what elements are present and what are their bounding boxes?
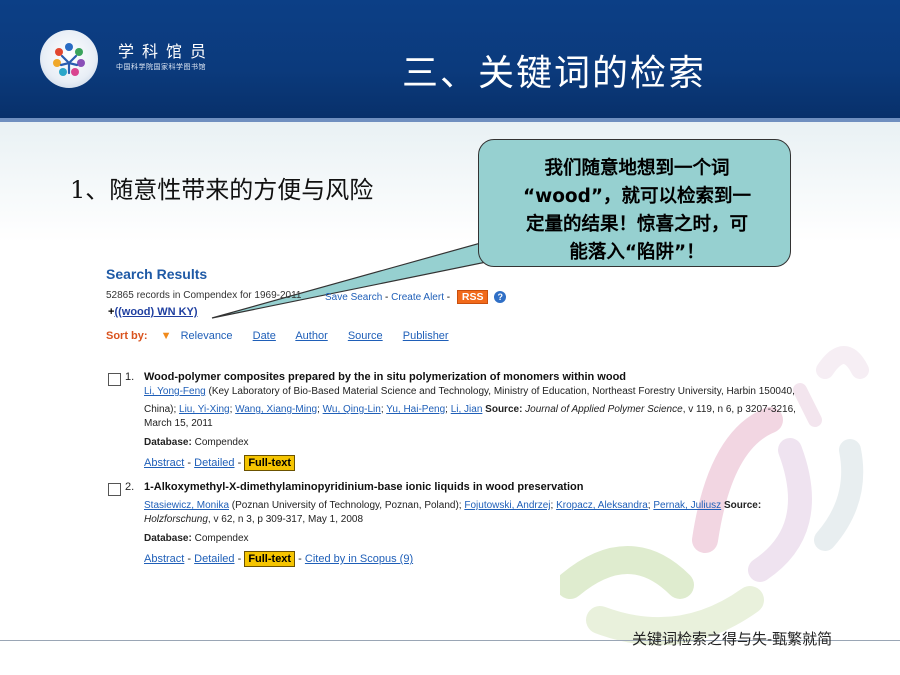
search-results-title: Search Results bbox=[106, 266, 208, 282]
record-source: Holzforschung, v 62, n 3, p 309-317, May… bbox=[144, 513, 363, 527]
author-affiliation: (Poznan University of Technology, Poznan… bbox=[229, 500, 465, 511]
abstract-link[interactable]: Abstract bbox=[144, 457, 184, 469]
source-label: Source: bbox=[485, 404, 523, 415]
callout-text: 我们随意地想到一个词 “wood”，就可以检索到一 定量的结果！惊喜之时，可 能… bbox=[492, 155, 782, 267]
query-link[interactable]: ((wood) WN KY) bbox=[114, 306, 197, 318]
database-value: Compendex bbox=[191, 533, 249, 544]
sort-author[interactable]: Author bbox=[295, 330, 327, 342]
cited-by-scopus-link[interactable]: Cited by in Scopus (9) bbox=[305, 553, 413, 565]
save-search-link[interactable]: Save Search bbox=[325, 292, 382, 303]
sort-date[interactable]: Date bbox=[253, 330, 276, 342]
author-link[interactable]: Li, Yong-Feng bbox=[144, 386, 206, 397]
record-number: 1. bbox=[125, 371, 135, 383]
source-details: , v 119, n 6, p 3207-3216, bbox=[682, 404, 796, 415]
author-link[interactable]: Wu, Qing-Lin bbox=[323, 404, 381, 415]
author-link[interactable]: Yu, Hai-Peng bbox=[386, 404, 445, 415]
search-actions: Save Search - Create Alert - RSS ? bbox=[325, 290, 507, 304]
callout-line: 定量的结果！惊喜之时，可 bbox=[525, 214, 748, 235]
database-value: Compendex bbox=[191, 437, 249, 448]
separator: - bbox=[298, 553, 302, 565]
separator: - bbox=[187, 457, 192, 469]
database-label: Database: bbox=[144, 533, 192, 544]
record-authors-cont: China); Liu, Yi-Xing; Wang, Xiang-Ming; … bbox=[144, 404, 796, 415]
fulltext-button[interactable]: Full-text bbox=[244, 551, 296, 567]
database-label: Database: bbox=[144, 437, 192, 448]
search-query: +((wood) WN KY) bbox=[108, 306, 198, 318]
sort-source[interactable]: Source bbox=[348, 330, 383, 342]
sort-label: Sort by: bbox=[106, 330, 148, 342]
author-link[interactable]: Li, Jian bbox=[451, 404, 483, 415]
author-link[interactable]: Fojutowski, Andrzej bbox=[464, 500, 550, 511]
callout-line: 我们随意地想到一个词 bbox=[544, 158, 730, 179]
record-date: March 15, 2011 bbox=[144, 418, 213, 429]
record-checkbox[interactable] bbox=[108, 483, 121, 496]
author-link[interactable]: Liu, Yi-Xing bbox=[179, 404, 230, 415]
sort-bar: Sort by: ▼ Relevance Date Author Source … bbox=[106, 330, 466, 342]
callout-line: 能落入“陷阱”！ bbox=[569, 242, 705, 263]
record-number: 2. bbox=[125, 481, 135, 493]
fulltext-button[interactable]: Full-text bbox=[244, 455, 296, 471]
record-authors: Stasiewicz, Monika (Poznan University of… bbox=[144, 500, 762, 511]
record-links: Abstract - Detailed - Full-text bbox=[144, 455, 296, 471]
footer-caption: 关键词检索之得与失-甄繁就简 bbox=[632, 630, 833, 648]
source-details: , v 62, n 3, p 309-317, May 1, 2008 bbox=[207, 514, 364, 525]
record-database: Database: Compendex bbox=[144, 532, 249, 546]
record-count: 52865 records in Compendex for 1969-2011 bbox=[106, 290, 302, 301]
separator: - bbox=[237, 553, 242, 565]
record-database: Database: Compendex bbox=[144, 436, 249, 450]
record-title: Wood-polymer composites prepared by the … bbox=[144, 371, 627, 383]
rss-button[interactable]: RSS bbox=[456, 290, 489, 304]
author-link[interactable]: Wang, Xiang-Ming bbox=[235, 404, 317, 415]
abstract-link[interactable]: Abstract bbox=[144, 553, 184, 565]
source-title: Holzforschung bbox=[144, 514, 208, 525]
source-title: Journal of Applied Polymer Science bbox=[522, 404, 683, 415]
source-label: Source: bbox=[723, 500, 762, 511]
author-affiliation-cont: China); bbox=[144, 404, 180, 415]
separator: - bbox=[446, 292, 451, 303]
author-link[interactable]: Pernak, Juliusz bbox=[653, 500, 721, 511]
author-link[interactable]: Kropacz, Aleksandra bbox=[556, 500, 648, 511]
create-alert-link[interactable]: Create Alert bbox=[391, 292, 444, 303]
record-checkbox[interactable] bbox=[108, 373, 121, 386]
sort-direction-icon[interactable]: ▼ bbox=[161, 330, 172, 342]
callout-line: “wood”，就可以检索到一 bbox=[522, 186, 752, 207]
record-links: Abstract - Detailed - Full-text - Cited … bbox=[144, 551, 413, 567]
detailed-link[interactable]: Detailed bbox=[194, 457, 234, 469]
separator: - bbox=[187, 553, 192, 565]
record-authors: Li, Yong-Feng (Key Laboratory of Bio-Bas… bbox=[144, 385, 795, 399]
sort-publisher[interactable]: Publisher bbox=[403, 330, 449, 342]
record-title: 1-Alkoxymethyl-X-dimethylaminopyridinium… bbox=[144, 481, 584, 493]
author-link[interactable]: Stasiewicz, Monika bbox=[144, 500, 229, 511]
separator: - bbox=[237, 457, 242, 469]
detailed-link[interactable]: Detailed bbox=[194, 553, 234, 565]
sort-relevance[interactable]: Relevance bbox=[181, 330, 233, 342]
help-icon[interactable]: ? bbox=[494, 291, 507, 303]
author-affiliation: (Key Laboratory of Bio-Based Material Sc… bbox=[205, 386, 795, 397]
separator: - bbox=[385, 292, 389, 303]
